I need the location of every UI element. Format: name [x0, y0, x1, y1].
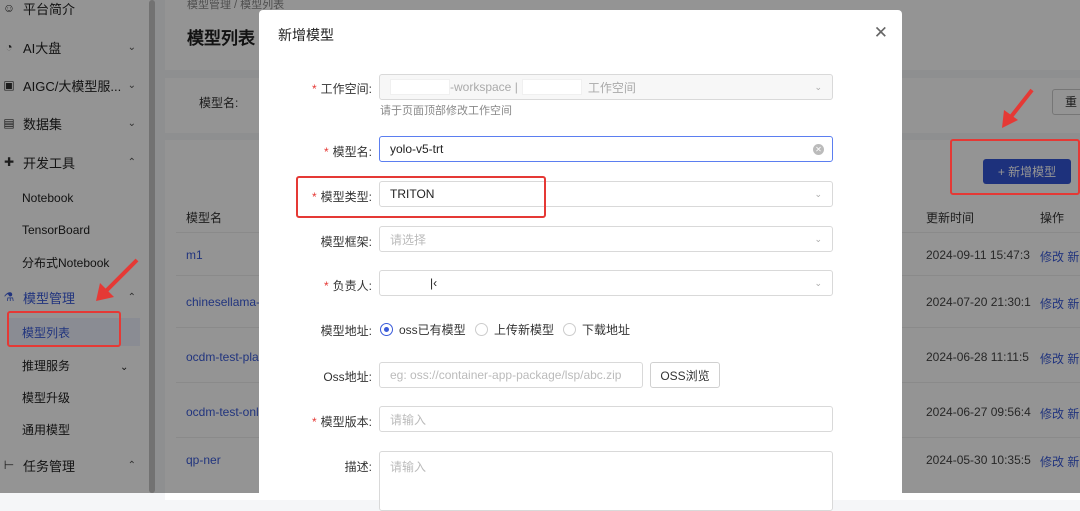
model-name-input[interactable]: yolo-v5-trt ✕ — [379, 136, 833, 162]
description-label: 描述: — [344, 460, 372, 474]
chevron-down-icon: ⌄ — [814, 188, 822, 199]
oss-address-placeholder: eg: oss://container-app-package/lsp/abc.… — [390, 368, 622, 382]
dialog-title: 新增模型 — [278, 27, 334, 43]
chevron-down-icon: ⌄ — [814, 233, 822, 244]
radio-download-url[interactable]: 下载地址 — [563, 321, 630, 338]
version-label: * 模型版本: — [311, 415, 372, 429]
redacted-block — [390, 79, 450, 95]
framework-placeholder: 请选择 — [390, 232, 427, 247]
workspace-select: -workspace | 工作空间 ⌄ — [379, 74, 833, 100]
redacted-block — [521, 79, 582, 95]
annotation-box — [7, 311, 121, 347]
radio-checked-icon — [380, 323, 393, 336]
radio-unchecked-icon — [563, 323, 576, 336]
workspace-label: * 工作空间: — [311, 82, 372, 96]
close-icon[interactable]: ✕ — [874, 23, 888, 43]
workspace-hint: 请于页面顶部修改工作空间 — [380, 105, 512, 117]
annotation-box — [950, 139, 1080, 195]
redacted-block — [390, 275, 430, 291]
model-name-label: * 模型名: — [323, 145, 372, 159]
chevron-down-icon: ⌄ — [814, 81, 822, 92]
description-placeholder: 请输入 — [390, 460, 427, 474]
framework-label: 模型框架: — [320, 235, 372, 249]
owner-select[interactable]: |‹ ⌄ — [379, 270, 833, 296]
clear-icon[interactable]: ✕ — [813, 143, 824, 155]
owner-label: * 负责人: — [323, 279, 372, 293]
version-input[interactable]: 请输入 — [379, 406, 833, 432]
annotation-box — [296, 176, 546, 218]
oss-browse-button[interactable]: OSS浏览 — [650, 362, 720, 388]
model-name-value: yolo-v5-trt — [390, 142, 444, 156]
radio-upload-new[interactable]: 上传新模型 — [475, 321, 554, 338]
description-textarea[interactable]: 请输入 — [379, 451, 833, 511]
radio-oss-existing[interactable]: oss已有模型 — [380, 321, 466, 338]
chevron-down-icon: ⌄ — [814, 277, 822, 288]
workspace-value-suffix: 工作空间 — [587, 80, 636, 95]
workspace-value: -workspace | — [450, 80, 518, 94]
oss-address-input[interactable]: eg: oss://container-app-package/lsp/abc.… — [379, 362, 643, 388]
annotation-arrow-icon — [96, 258, 139, 301]
model-address-label: 模型地址: — [320, 324, 372, 338]
annotation-arrow-icon — [1002, 88, 1034, 128]
add-model-dialog: 新增模型 ✕ * 工作空间: -workspace | 工作空间 ⌄ 请于页面顶部… — [259, 10, 902, 511]
owner-value: |‹ — [430, 276, 438, 290]
framework-select[interactable]: 请选择 ⌄ — [379, 226, 833, 252]
radio-unchecked-icon — [475, 323, 488, 336]
version-placeholder: 请输入 — [390, 412, 427, 427]
oss-address-label: Oss地址: — [323, 370, 372, 384]
